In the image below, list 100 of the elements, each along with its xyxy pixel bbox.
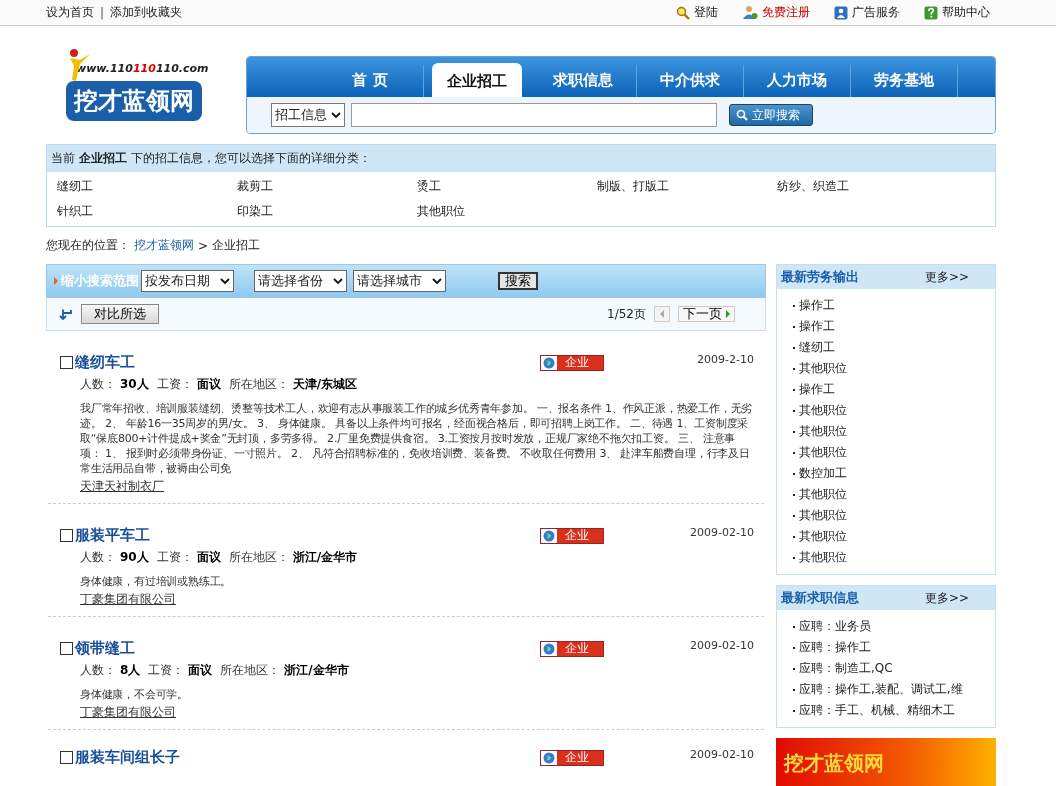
field-label: 所在地区： [228, 376, 289, 393]
top-link[interactable]: 设为首页 [46, 4, 94, 21]
sidebar-item[interactable]: 应聘：业务员 [791, 618, 995, 635]
field-value: 浙江/金华市 [284, 662, 349, 679]
checkbox[interactable] [60, 642, 73, 655]
sidebar-item[interactable]: 应聘：手工、机械、精细木工 [791, 702, 995, 719]
job-title-link[interactable]: 领带缝工 [75, 639, 135, 658]
panel-title: 最新求职信息 [781, 589, 859, 607]
globe-icon [541, 355, 557, 370]
category-label: 当前 [51, 151, 75, 165]
field-label: 工资： [156, 376, 193, 393]
field-label: 人数： [80, 376, 116, 393]
checkbox[interactable] [60, 751, 73, 764]
sidebar-item[interactable]: 其他职位 [791, 444, 995, 461]
post-date: 2009-02-10 [689, 639, 754, 652]
next-page-button[interactable]: 下一页 [678, 306, 735, 322]
globe-icon [541, 528, 557, 543]
user-link[interactable]: 帮助中心 [924, 4, 990, 21]
breadcrumb-separator: > [198, 238, 209, 253]
filter-select[interactable]: 请选择省份 [254, 270, 347, 292]
page-indicator: 1/52页 [607, 305, 646, 323]
breadcrumb-current: 企业招工 [212, 237, 261, 254]
nav-tab[interactable]: 企业招工 [432, 63, 522, 97]
caret-icon [220, 277, 230, 285]
filter-title: 缩小搜索范围 [53, 272, 139, 290]
checkbox[interactable] [60, 356, 73, 369]
category-link[interactable]: 针织工 [57, 203, 237, 220]
globe-icon [541, 750, 557, 765]
user-add-icon [742, 5, 758, 20]
field-value: 浙江/金华市 [292, 549, 358, 566]
category-link[interactable]: 缝纫工 [57, 178, 237, 195]
caret-icon [333, 277, 343, 285]
left-arrow-icon [659, 310, 665, 318]
field-value: 90人 [120, 549, 149, 566]
filter-select[interactable]: 请选择城市 [353, 270, 446, 292]
company-link[interactable]: 丁豪集团有限公司 [80, 704, 176, 721]
field-label: 工资： [148, 662, 185, 679]
search-button[interactable]: 立即搜索 [729, 104, 813, 126]
company-link[interactable]: 丁豪集团有限公司 [80, 591, 176, 608]
sidebar-item[interactable]: 其他职位 [791, 486, 995, 503]
compare-button[interactable]: 对比所选 [81, 304, 159, 324]
company-badge: 企业 [540, 640, 604, 657]
job-title-link[interactable]: 服装平车工 [75, 526, 150, 545]
filter-select[interactable]: 按发布日期 [141, 270, 234, 292]
more-link[interactable]: 更多>> [924, 589, 969, 607]
sidebar-item[interactable]: 其他职位 [791, 507, 995, 524]
category-link[interactable]: 裁剪工 [237, 178, 417, 195]
field-label: 所在地区： [228, 549, 289, 566]
job-title-link[interactable]: 缝纫车工 [75, 353, 135, 372]
sidebar-item[interactable]: 其他职位 [791, 402, 995, 419]
current-category: 企业招工 [79, 151, 127, 165]
logo-text[interactable]: 挖才蓝领网 [66, 81, 202, 121]
user-link[interactable]: 免费注册 [742, 4, 810, 21]
sidebar-item[interactable]: 应聘：制造工,QC [791, 660, 995, 677]
field-value: 面议 [196, 549, 221, 566]
field-label: 工资： [156, 549, 193, 566]
job-description: 我厂常年招收、培训服装缝纫、烫整等技术工人，欢迎有志从事服装工作的城乡优秀青年参加。 一、报名条件 1、作风正派，热爱工作，无劣迹。 2、 年龄16一35周岁的男/女。 3、 身体健康。 具备以上条件均可报名，经面视合格后，即可招聘上岗工作。 二、待遇 1、工资制度采取“保底800+计件提成+奖金”无封顶，多劳多得。 2.厂里免费提供食宿。 3.工资按月按时发放，正规厂家绝不拖欠扣工资。 三、 注意事项： 1、 报到时必须带身份证、一寸照片。 2、 凡符合招聘标准的，免收培训费、装备费。 不收取任何费用 3、 赴津车船费自理，行李及日常生活用品自带，被褥由公司免 [80, 401, 754, 476]
sidebar-item[interactable]: 操作工 [791, 297, 995, 314]
sidebar-item[interactable]: 操作工 [791, 381, 995, 398]
category-link[interactable]: 其他职位 [417, 203, 597, 220]
category-select[interactable]: 招工信息 [271, 103, 345, 127]
job-title-link[interactable]: 服装车间组长子 [75, 748, 180, 767]
company-badge: 企业 [540, 354, 604, 371]
field-label: 人数： [80, 549, 116, 566]
more-link[interactable]: 更多>> [924, 268, 969, 286]
search-field[interactable] [351, 103, 717, 127]
post-date: 2009-2-10 [696, 353, 754, 366]
magnifier-icon [676, 5, 690, 20]
job-description: 身体健康，不会可学。 [80, 687, 189, 702]
field-value: 面议 [196, 376, 221, 393]
search-icon [736, 109, 748, 121]
category-link[interactable]: 烫工 [417, 178, 597, 195]
breadcrumb-link[interactable]: 挖才蓝领网 [134, 237, 194, 254]
user-link[interactable]: 登陆 [676, 4, 718, 21]
sidebar-item[interactable]: 其他职位 [791, 528, 995, 545]
job-description: 身体健康，有过培训或熟练工。 [80, 574, 233, 589]
arrow-icon [53, 277, 59, 285]
sidebar-item[interactable]: 操作工 [791, 318, 995, 335]
right-arrow-icon [725, 310, 731, 318]
top-link[interactable]: 添加到收藏夹 [110, 4, 183, 21]
category-link[interactable]: 纺纱、织造工 [777, 178, 957, 195]
sidebar-item[interactable]: 其他职位 [791, 360, 995, 377]
company-badge: 企业 [540, 749, 604, 766]
category-link[interactable]: 制版、打版工 [597, 178, 777, 195]
checkbox[interactable] [60, 529, 73, 542]
post-date: 2009-02-10 [689, 748, 754, 761]
sidebar-item[interactable]: 缝纫工 [791, 339, 995, 356]
sidebar-item[interactable]: 数控加工 [791, 465, 995, 482]
search-button[interactable]: 搜索 [498, 272, 538, 290]
category-link[interactable]: 印染工 [237, 203, 417, 220]
sidebar-item[interactable]: 其他职位 [791, 423, 995, 440]
divider: | [100, 5, 105, 20]
user-link[interactable]: 广告服务 [834, 4, 900, 21]
sidebar-item[interactable]: 其他职位 [791, 549, 995, 566]
caret-icon [432, 277, 442, 285]
field-value: 8人 [120, 662, 141, 679]
sidebar-item[interactable]: 应聘：操作工,装配、调试工,维 [791, 681, 995, 698]
company-link[interactable]: 天津天衬制衣厂 [80, 478, 164, 495]
sidebar-item[interactable]: 应聘：操作工 [791, 639, 995, 656]
company-badge: 企业 [540, 527, 604, 544]
